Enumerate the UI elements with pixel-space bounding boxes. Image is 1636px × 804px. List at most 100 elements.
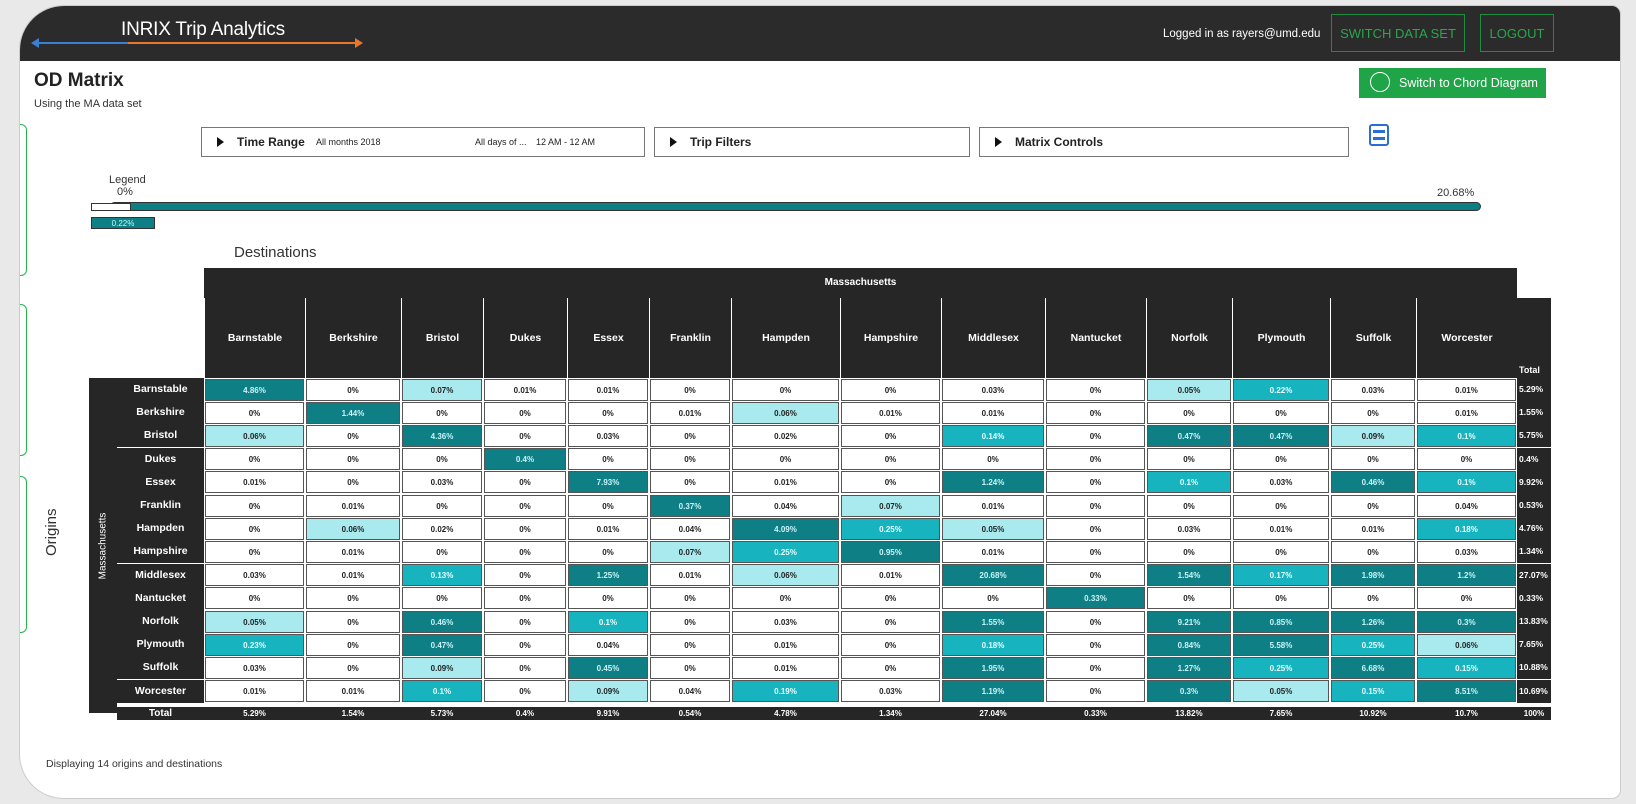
row-header-norfolk[interactable]: Norfolk xyxy=(117,610,204,633)
matrix-cell[interactable]: 0.01% xyxy=(942,494,1044,517)
matrix-cell[interactable]: 0.01% xyxy=(205,680,304,703)
matrix-cell[interactable]: 0.03% xyxy=(841,680,940,703)
matrix-cell[interactable]: 0.1% xyxy=(568,610,648,633)
matrix-cell[interactable]: 0% xyxy=(841,424,940,447)
matrix-cell[interactable]: 0% xyxy=(1046,424,1145,447)
side-tab-3[interactable] xyxy=(20,476,27,633)
matrix-cell[interactable]: 0% xyxy=(1046,401,1145,424)
matrix-cell[interactable]: 0% xyxy=(484,540,566,563)
matrix-cell[interactable]: 1.24% xyxy=(942,471,1044,494)
row-header-barnstable[interactable]: Barnstable xyxy=(117,378,204,401)
matrix-cell[interactable]: 0.01% xyxy=(568,378,648,401)
column-header-franklin[interactable]: Franklin xyxy=(650,298,731,378)
matrix-cell[interactable]: 0.02% xyxy=(402,517,482,540)
matrix-cell[interactable]: 0.07% xyxy=(650,540,730,563)
matrix-cell[interactable]: 0.01% xyxy=(841,564,940,587)
matrix-cell[interactable]: 0.03% xyxy=(205,656,304,679)
matrix-cell[interactable]: 0% xyxy=(1331,401,1415,424)
matrix-cell[interactable]: 0% xyxy=(568,401,648,424)
matrix-cell[interactable]: 0.07% xyxy=(841,494,940,517)
matrix-cell[interactable]: 1.27% xyxy=(1147,656,1231,679)
matrix-cell[interactable]: 1.95% xyxy=(942,656,1044,679)
matrix-cell[interactable]: 0.01% xyxy=(1233,517,1329,540)
row-header-hampden[interactable]: Hampden xyxy=(117,517,204,541)
column-header-dukes[interactable]: Dukes xyxy=(484,298,567,378)
matrix-cell[interactable]: 0% xyxy=(484,610,566,633)
matrix-cell[interactable]: 0% xyxy=(1046,610,1145,633)
matrix-cell[interactable]: 0.03% xyxy=(1233,471,1329,494)
matrix-cell[interactable]: 0% xyxy=(942,448,1044,471)
matrix-cell[interactable]: 0.03% xyxy=(205,564,304,587)
matrix-cell[interactable]: 0.19% xyxy=(732,680,839,703)
matrix-cell[interactable]: 0% xyxy=(484,633,566,656)
row-header-nantucket[interactable]: Nantucket xyxy=(117,586,204,610)
matrix-cell[interactable]: 0% xyxy=(306,448,400,471)
matrix-cell[interactable]: 0.07% xyxy=(402,378,482,401)
row-header-hampshire[interactable]: Hampshire xyxy=(117,540,204,564)
matrix-cell[interactable]: 0.01% xyxy=(732,633,839,656)
matrix-cell[interactable]: 0.01% xyxy=(1417,378,1516,401)
matrix-cell[interactable]: 0% xyxy=(841,448,940,471)
matrix-cell[interactable]: 0% xyxy=(484,401,566,424)
matrix-cell[interactable]: 0.1% xyxy=(1417,424,1516,447)
matrix-cell[interactable]: 0% xyxy=(650,471,730,494)
matrix-cell[interactable]: 6.68% xyxy=(1331,656,1415,679)
matrix-cell[interactable]: 1.55% xyxy=(942,610,1044,633)
matrix-cell[interactable]: 0% xyxy=(484,656,566,679)
column-header-middlesex[interactable]: Middlesex xyxy=(942,298,1045,378)
matrix-cell[interactable]: 0% xyxy=(1046,378,1145,401)
matrix-cell[interactable]: 0.01% xyxy=(1331,517,1415,540)
legend-slider-handle[interactable] xyxy=(91,203,131,211)
matrix-cell[interactable]: 0% xyxy=(650,448,730,471)
matrix-cell[interactable]: 0% xyxy=(1417,448,1516,471)
matrix-cell[interactable]: 0.01% xyxy=(306,680,400,703)
matrix-cell[interactable]: 0.37% xyxy=(650,494,730,517)
matrix-cell[interactable]: 0% xyxy=(1147,494,1231,517)
matrix-cell[interactable]: 0.06% xyxy=(306,517,400,540)
matrix-cell[interactable]: 0% xyxy=(1046,680,1145,703)
side-tab-1[interactable] xyxy=(20,124,27,276)
matrix-cell[interactable]: 4.86% xyxy=(205,378,304,401)
matrix-cell[interactable]: 0% xyxy=(402,494,482,517)
matrix-cell[interactable]: 0% xyxy=(1331,587,1415,610)
matrix-cell[interactable]: 0.04% xyxy=(650,517,730,540)
matrix-cell[interactable]: 0% xyxy=(484,424,566,447)
matrix-cell[interactable]: 0.1% xyxy=(1417,471,1516,494)
matrix-cell[interactable]: 0% xyxy=(1233,401,1329,424)
matrix-cell[interactable]: 0.06% xyxy=(732,564,839,587)
matrix-cell[interactable]: 0.03% xyxy=(942,378,1044,401)
switch-data-set-button[interactable]: SWITCH DATA SET xyxy=(1331,14,1465,52)
row-header-bristol[interactable]: Bristol xyxy=(117,424,204,448)
matrix-cell[interactable]: 0% xyxy=(841,378,940,401)
matrix-cell[interactable]: 0% xyxy=(205,517,304,540)
matrix-cell[interactable]: 0% xyxy=(402,587,482,610)
matrix-cell[interactable]: 0% xyxy=(841,587,940,610)
matrix-cell[interactable]: 0.01% xyxy=(306,564,400,587)
matrix-cell[interactable]: 0% xyxy=(650,633,730,656)
matrix-cell[interactable]: 0% xyxy=(402,401,482,424)
matrix-cell[interactable]: 0.25% xyxy=(732,540,839,563)
matrix-cell[interactable]: 0.06% xyxy=(1417,633,1516,656)
matrix-cell[interactable]: 0.09% xyxy=(1331,424,1415,447)
matrix-cell[interactable]: 0.01% xyxy=(568,517,648,540)
matrix-cell[interactable]: 0% xyxy=(732,448,839,471)
matrix-cell[interactable]: 0% xyxy=(1046,471,1145,494)
matrix-cell[interactable]: 20.68% xyxy=(942,564,1044,587)
matrix-cell[interactable]: 0% xyxy=(1233,540,1329,563)
matrix-cell[interactable]: 0% xyxy=(1046,448,1145,471)
matrix-cell[interactable]: 0.47% xyxy=(402,633,482,656)
matrix-cell[interactable]: 0% xyxy=(1417,587,1516,610)
matrix-cell[interactable]: 0.15% xyxy=(1331,680,1415,703)
matrix-cell[interactable]: 0.25% xyxy=(1233,656,1329,679)
matrix-cell[interactable]: 0.09% xyxy=(402,656,482,679)
matrix-cell[interactable]: 0% xyxy=(205,587,304,610)
matrix-cell[interactable]: 0% xyxy=(205,540,304,563)
matrix-cell[interactable]: 0% xyxy=(1046,633,1145,656)
column-header-essex[interactable]: Essex xyxy=(568,298,649,378)
matrix-cell[interactable]: 0% xyxy=(568,587,648,610)
column-header-plymouth[interactable]: Plymouth xyxy=(1233,298,1330,378)
matrix-cell[interactable]: 0.95% xyxy=(841,540,940,563)
column-header-norfolk[interactable]: Norfolk xyxy=(1147,298,1232,378)
matrix-cell[interactable]: 5.58% xyxy=(1233,633,1329,656)
matrix-cell[interactable]: 0.13% xyxy=(402,564,482,587)
